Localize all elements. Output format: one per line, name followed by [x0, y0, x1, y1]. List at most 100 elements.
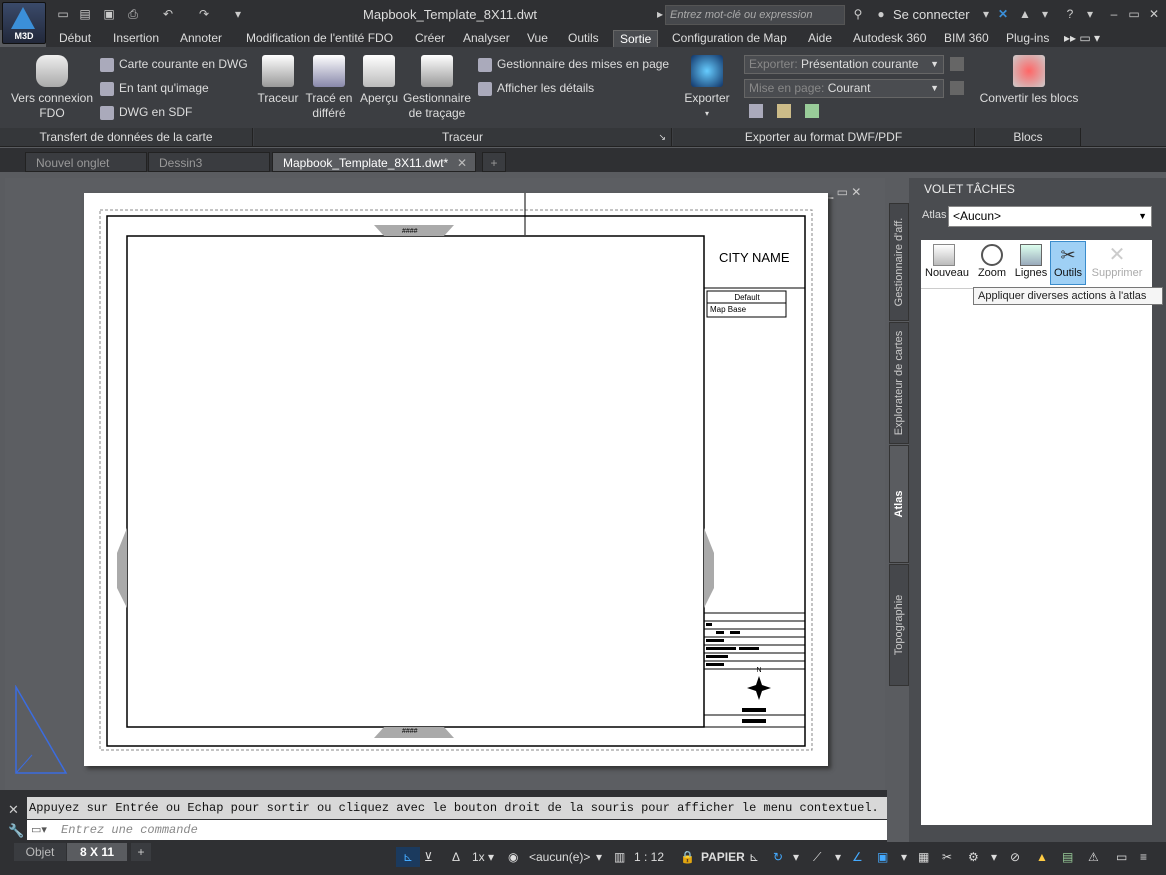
paper-space-button[interactable]: PAPIER — [701, 847, 745, 867]
panel-title-transfer[interactable]: Transfert de données de la carte — [0, 128, 253, 146]
exchange-apps-icon[interactable]: ✕ — [995, 7, 1011, 21]
tab-outils[interactable]: Outils — [562, 30, 605, 47]
traceur-button[interactable]: Traceur — [255, 55, 301, 106]
print-icon[interactable]: ⎙ — [125, 7, 141, 21]
tab-analyser[interactable]: Analyser — [457, 30, 516, 47]
quick-view-layouts-icon[interactable]: ▦ — [918, 847, 929, 867]
viewport-scale[interactable]: 1 : 12 — [634, 847, 664, 867]
layout-tab-8x11[interactable]: 8 X 11 — [67, 843, 127, 861]
tab-vue[interactable]: Vue — [521, 30, 554, 47]
lock-icon[interactable]: 🔒 — [680, 847, 695, 867]
polar-dropdown-icon[interactable]: ▾ — [793, 847, 799, 867]
page-setup-dropdown[interactable]: Mise en page: Courant ▼ — [744, 79, 944, 98]
panel-title-export[interactable]: Exporter au format DWF/PDF — [673, 128, 975, 146]
application-menu-button[interactable]: M3D — [2, 2, 46, 44]
panel-title-blocks[interactable]: Blocs — [976, 128, 1081, 146]
annotation-dropdown[interactable]: <aucun(e)> — [529, 847, 590, 867]
isodraft-dropdown-icon[interactable]: ▾ — [835, 847, 841, 867]
layout-paper[interactable]: N CITY NAME Default Map Base #### #### — [84, 193, 828, 766]
apercu-button[interactable]: Aperçu — [357, 55, 401, 106]
search-input[interactable]: Entrez mot-clé ou expression — [665, 5, 845, 25]
nouveau-button[interactable]: Nouveau — [925, 242, 969, 279]
en-tant-image-button[interactable]: En tant qu'image — [100, 78, 250, 98]
isolate-objects-icon[interactable]: ⊘ — [1010, 847, 1020, 867]
redo-icon[interactable]: ↷ — [196, 7, 212, 21]
add-layout-button[interactable]: + — [131, 843, 151, 861]
grid-snap-icon[interactable]: ⊾ — [396, 847, 420, 867]
sign-in-button[interactable]: Se connecter — [893, 7, 970, 22]
help-dropdown-icon[interactable]: ▾ — [1082, 7, 1098, 21]
map-status-icon[interactable]: ▲ — [1036, 847, 1048, 867]
binoculars-icon[interactable]: ⚲ — [850, 7, 866, 21]
more-tabs-icon[interactable]: ▸▸ ▭ ▾ — [1058, 30, 1106, 47]
viewport-controls[interactable]: ▁ ▭ ✕ — [824, 185, 861, 199]
command-input[interactable]: Entrez une commande — [27, 820, 887, 840]
tab-annoter[interactable]: Annoter — [174, 30, 228, 47]
workspace-gear-icon[interactable]: ⚙ — [968, 847, 979, 867]
export-options-icon[interactable] — [777, 104, 791, 118]
file-tab-dessin3[interactable]: Dessin3 — [148, 152, 270, 172]
preview-export-icon[interactable] — [749, 104, 763, 118]
save-icon[interactable]: ▣ — [101, 7, 117, 21]
outils-button[interactable]: ✂ Outils — [1050, 241, 1086, 285]
gestionnaire-tracage-button[interactable]: Gestionnaire de traçage — [403, 55, 471, 121]
help-icon[interactable]: ? — [1062, 7, 1078, 21]
page-setup-import-icon[interactable] — [950, 81, 964, 95]
isodraft-icon[interactable]: ⟋ — [813, 847, 821, 867]
carte-courante-dwg-button[interactable]: Carte courante en DWG — [100, 54, 250, 74]
tab-autodesk-360[interactable]: Autodesk 360 — [847, 30, 932, 47]
annotation-scale-icon[interactable]: Δ — [452, 847, 460, 867]
afficher-details-button[interactable]: Afficher les détails — [478, 78, 668, 98]
panel-launcher-icon[interactable]: ↘ — [658, 128, 666, 146]
new-file-icon[interactable]: ▭ — [55, 7, 71, 21]
vers-connexion-fdo-button[interactable]: Vers connexion FDO — [8, 55, 96, 121]
infer-constraints-icon[interactable]: ⊻ — [424, 847, 433, 867]
tab-debut[interactable]: Début — [53, 30, 97, 47]
vtab-topographie[interactable]: Topographie — [889, 564, 909, 686]
close-window-icon[interactable]: ✕ — [1146, 7, 1162, 21]
new-tab-button[interactable]: + — [482, 152, 506, 172]
gestionnaire-mises-en-page-button[interactable]: Gestionnaire des mises en page — [478, 54, 669, 74]
clean-screen-icon[interactable]: ▭ — [1116, 847, 1127, 867]
annotation-monitor-icon[interactable]: ✂ — [942, 847, 952, 867]
vtab-explorateur-cartes[interactable]: Explorateur de cartes — [889, 322, 909, 444]
tab-modification-fdo[interactable]: Modification de l'entité FDO — [240, 30, 399, 47]
tab-creer[interactable]: Créer — [409, 30, 451, 47]
object-snap-tracking-icon[interactable]: ∠ — [852, 847, 863, 867]
layout-tab-objet[interactable]: Objet — [14, 843, 66, 861]
tab-bim-360[interactable]: BIM 360 — [938, 30, 995, 47]
annotation-dropdown-icon[interactable]: ▾ — [596, 847, 602, 867]
atlas-dropdown[interactable]: <Aucun> ▼ — [948, 206, 1152, 227]
vtab-atlas[interactable]: Atlas — [889, 445, 909, 563]
object-snap-icon[interactable]: ▣ — [877, 847, 888, 867]
close-tab-icon[interactable]: ✕ — [457, 153, 467, 173]
page-setup-override-icon[interactable] — [950, 57, 964, 71]
dwg-en-sdf-button[interactable]: DWG en SDF — [100, 102, 250, 122]
convertir-blocs-button[interactable]: Convertir les blocs — [978, 55, 1080, 106]
a360-dropdown-icon[interactable]: ▾ — [1037, 7, 1053, 21]
globe-icon[interactable]: ◉ — [508, 847, 518, 867]
customize-status-bar-icon[interactable]: ≡ — [1140, 847, 1147, 867]
minimize-icon[interactable]: – — [1106, 7, 1122, 21]
quick-access-dropdown-icon[interactable]: ▾ — [230, 7, 246, 21]
export-dropdown[interactable]: Exporter: Présentation courante ▼ — [744, 55, 944, 74]
autodesk-a360-icon[interactable]: ▲ — [1017, 7, 1033, 21]
file-tab-nouvel-onglet[interactable]: Nouvel onglet — [25, 152, 147, 172]
command-prompt-icon[interactable]: ▭▾ — [31, 823, 47, 836]
polar-tracking-icon[interactable]: ↻ — [773, 847, 783, 867]
warning-icon[interactable]: ⚠ — [1088, 847, 1099, 867]
wrench-icon[interactable]: 🔧 — [8, 823, 24, 839]
coordinate-system-icon[interactable]: ▤ — [1062, 847, 1073, 867]
undo-icon[interactable]: ↶ — [160, 7, 176, 21]
maximize-icon[interactable]: ▭ — [1126, 7, 1142, 21]
open-file-icon[interactable]: ▤ — [77, 7, 93, 21]
file-tab-mapbook[interactable]: Mapbook_Template_8X11.dwt* ✕ — [272, 152, 476, 172]
tab-plugins[interactable]: Plug-ins — [1000, 30, 1055, 47]
scale-factor[interactable]: 1x — [472, 847, 485, 867]
trace-differe-button[interactable]: Tracé en différé — [303, 55, 355, 121]
vtab-gestionnaire-affichage[interactable]: Gestionnaire d'aff. — [889, 203, 909, 321]
lignes-button[interactable]: Lignes — [1012, 242, 1050, 279]
workspace-dropdown-icon[interactable]: ▾ — [991, 847, 997, 867]
ortho-icon[interactable]: ⊾ — [749, 847, 759, 867]
close-command-line-icon[interactable]: ✕ — [8, 802, 19, 818]
